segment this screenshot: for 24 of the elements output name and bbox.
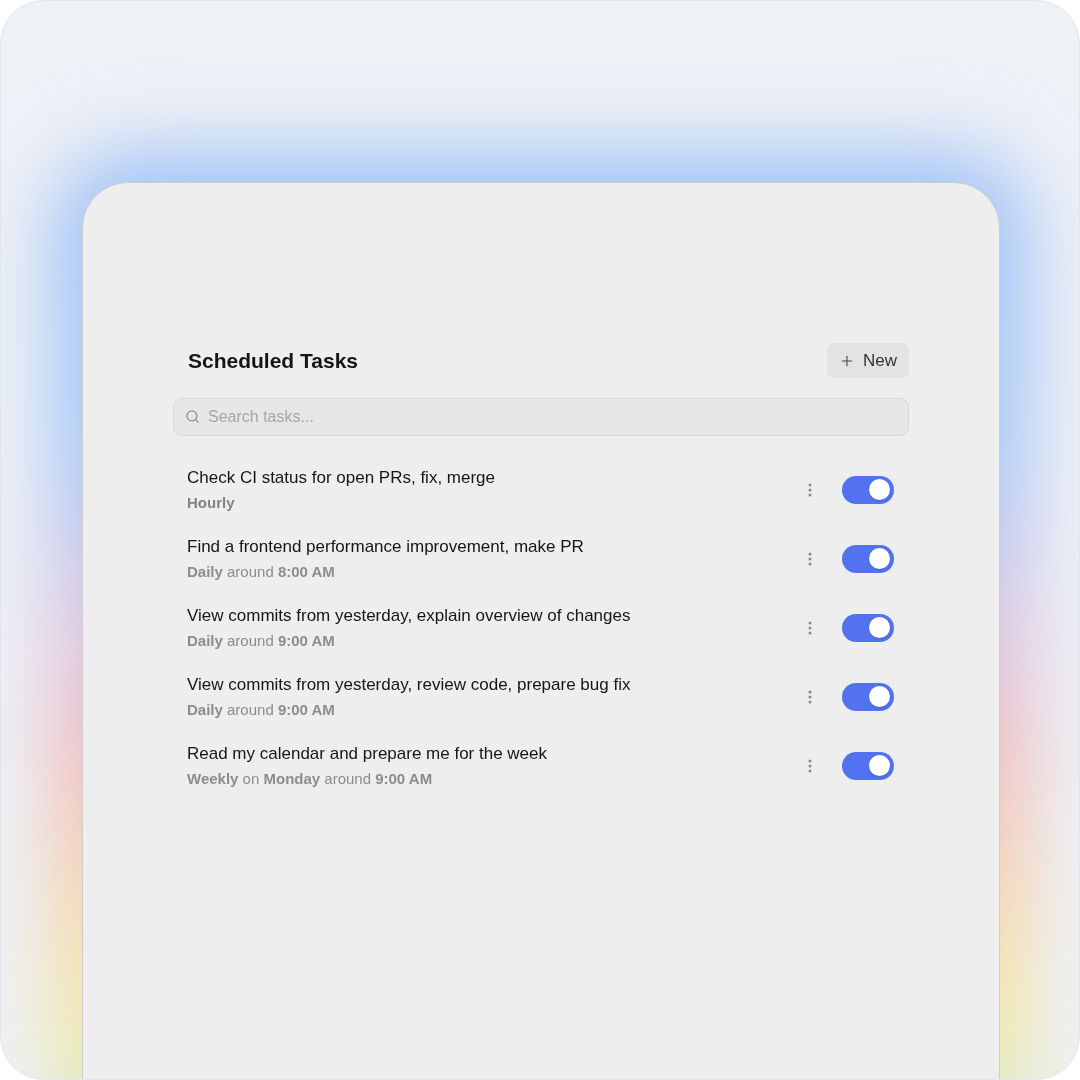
toggle-switch[interactable] <box>842 613 894 642</box>
toggle-switch[interactable] <box>842 475 894 504</box>
toggle-switch[interactable] <box>842 751 894 780</box>
search-icon <box>185 409 200 424</box>
task-title: Read my calendar and prepare me for the week <box>187 742 549 765</box>
task-schedule: Weekly on Monday around 9:00 AM <box>187 768 434 789</box>
toggle-switch[interactable] <box>842 544 894 573</box>
vertical-dots-icon <box>808 689 812 704</box>
task-title: Find a frontend performance improvement, make PR <box>187 535 585 558</box>
toggle-switch[interactable] <box>842 682 894 711</box>
task-title: View commits from yesterday, review code, prepare bug fix <box>187 673 632 696</box>
task-schedule: Daily around 9:00 AM <box>187 630 336 651</box>
vertical-dots-icon <box>808 551 812 566</box>
new-button[interactable]: New <box>827 343 909 378</box>
task-schedule: Daily around 9:00 AM <box>187 699 336 720</box>
task-schedule: Daily around 8:00 AM <box>187 561 336 582</box>
page-title: Scheduled Tasks <box>187 347 358 374</box>
search-field[interactable]: Search tasks... <box>173 398 909 436</box>
vertical-dots-icon <box>808 758 812 773</box>
task-schedule: Hourly <box>187 492 236 513</box>
task-title: View commits from yesterday, explain overview of changes <box>187 604 632 627</box>
vertical-dots-icon <box>808 482 812 497</box>
task-title: Check CI status for open PRs, fix, merge <box>187 466 496 489</box>
vertical-dots-icon <box>808 620 812 635</box>
